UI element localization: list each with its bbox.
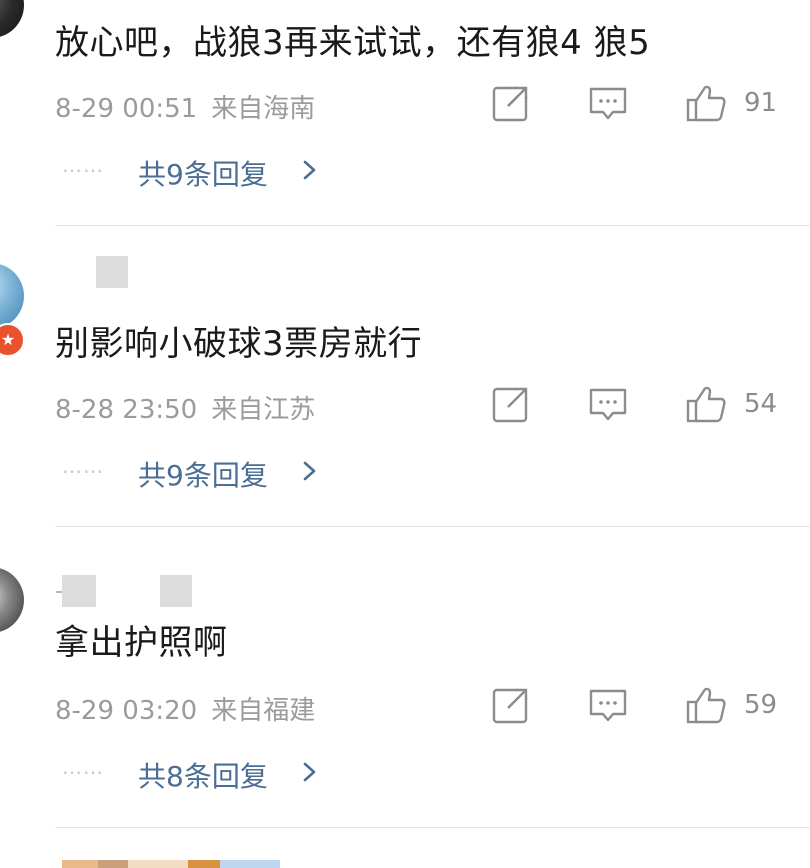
comment-meta: 8-29 03:20 来自福建 [55,690,315,727]
avatar[interactable] [0,0,24,38]
view-replies-link[interactable]: 共8条回复 [138,755,268,795]
comment-item: ★ 别影响小破球3票房就行 8-28 23:50 来自江苏 54 …… 共9条回复 [0,226,810,526]
divider [55,827,810,828]
comment-text: 放心吧，战狼3再来试试，还有狼4 狼5 [55,23,651,63]
comment-icon[interactable] [588,685,628,725]
reply-dots: …… [62,454,104,478]
share-icon[interactable] [491,83,531,123]
username-redacted[interactable] [62,575,96,607]
avatar[interactable] [0,263,24,329]
comment-list: 放心吧，战狼3再来试试，还有狼4 狼5 8-29 00:51 来自海南 91 ……… [0,0,810,868]
chevron-right-icon[interactable] [301,761,319,783]
comment-location: 来自福建 [211,696,316,726]
avatar[interactable] [0,567,24,633]
view-replies-link[interactable]: 共9条回复 [138,153,268,193]
verified-badge-icon: ★ [0,323,25,357]
like-count: 54 [744,389,778,419]
comment-meta: 8-28 23:50 来自江苏 [55,389,315,426]
next-comment-preview [62,860,280,868]
comment-icon[interactable] [588,384,628,424]
comment-icon[interactable] [588,83,628,123]
comment-text: 拿出护照啊 [55,623,228,663]
chevron-right-icon[interactable] [301,460,319,482]
like-count: 59 [744,690,778,720]
chevron-right-icon[interactable] [301,159,319,181]
reply-dots: …… [62,153,104,177]
comment-meta: 8-29 00:51 来自海南 [55,88,315,125]
username-redacted[interactable] [160,575,192,607]
thumbs-up-icon[interactable] [686,384,726,424]
comment-item: 拿出护照啊 8-29 03:20 来自福建 59 …… 共8条回复 [0,527,810,827]
username-redacted[interactable] [96,256,128,288]
view-replies-link[interactable]: 共9条回复 [138,454,268,494]
reply-dots: …… [62,755,104,779]
comment-time: 8-29 03:20 [55,696,198,726]
comment-time: 8-29 00:51 [55,94,198,124]
comment-item: 放心吧，战狼3再来试试，还有狼4 狼5 8-29 00:51 来自海南 91 ……… [0,0,810,225]
share-icon[interactable] [491,685,531,725]
like-count: 91 [744,88,778,118]
comment-location: 来自海南 [211,94,316,124]
share-icon[interactable] [491,384,531,424]
comment-time: 8-28 23:50 [55,395,198,425]
thumbs-up-icon[interactable] [686,83,726,123]
comment-location: 来自江苏 [211,395,316,425]
comment-text: 别影响小破球3票房就行 [55,324,423,364]
thumbs-up-icon[interactable] [686,685,726,725]
